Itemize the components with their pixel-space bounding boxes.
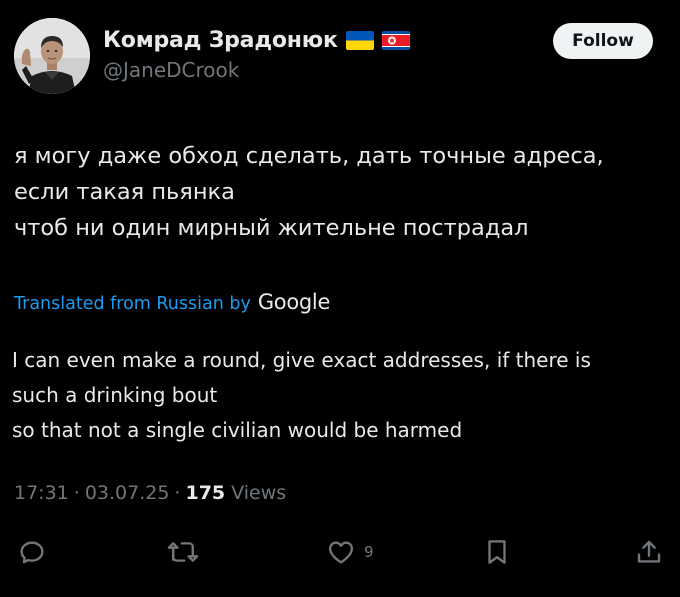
north-korea-flag-icon — [381, 30, 410, 50]
original-text-line: если такая пьянка — [14, 179, 235, 205]
reply-button[interactable] — [17, 536, 47, 568]
meta-separator: · — [73, 482, 80, 504]
translated-text-line: such a drinking bout — [12, 383, 218, 407]
follow-button[interactable]: Follow — [553, 23, 653, 59]
original-text-line: я могу даже обход сделать, дать точные а… — [14, 143, 604, 169]
original-text-line: чтоб ни один мирный жительне пострадал — [14, 215, 529, 241]
translated-text-line: so that not a single civilian would be h… — [12, 418, 463, 442]
retweet-icon — [167, 542, 199, 562]
share-icon — [637, 540, 661, 563]
author-display-name[interactable]: Комрад Зрадонюк — [103, 28, 338, 53]
tweet: Комрад Зрадонюк @JaneDCrook Follow я мог… — [0, 0, 680, 597]
reply-icon — [20, 541, 44, 564]
ukraine-flag-icon — [345, 30, 374, 50]
views-count: 175 — [185, 482, 226, 504]
share-button[interactable] — [634, 536, 664, 568]
tweet-original-text: я могу даже обход сделать, дать точные а… — [14, 138, 669, 246]
tweet-meta: 17:31 · 03.07.25 · 175 Views — [14, 482, 286, 504]
translated-from-link[interactable]: Translated from Russian by — [14, 294, 251, 314]
avatar-photo — [14, 18, 90, 94]
google-logo: Google — [257, 290, 331, 314]
heart-icon — [328, 541, 354, 564]
tweet-time[interactable]: 17:31 — [14, 482, 69, 504]
author-handle[interactable]: @JaneDCrook — [103, 58, 239, 82]
tweet-date[interactable]: 03.07.25 — [85, 482, 170, 504]
tweet-translated-text: I can even make a round, give exact addr… — [12, 343, 672, 448]
author-name-row: Комрад Зрадонюк — [103, 24, 410, 56]
bookmark-icon — [488, 540, 506, 564]
like-button[interactable]: 9 — [326, 536, 374, 568]
bookmark-button[interactable] — [483, 536, 511, 568]
retweet-button[interactable] — [167, 536, 199, 568]
meta-separator: · — [174, 482, 181, 504]
like-count: 9 — [364, 543, 374, 561]
translated-text-line: I can even make a round, give exact addr… — [12, 348, 591, 372]
translation-attribution: Translated from Russian by Google — [14, 290, 330, 320]
avatar[interactable] — [14, 18, 90, 94]
views-label: Views — [231, 482, 287, 504]
